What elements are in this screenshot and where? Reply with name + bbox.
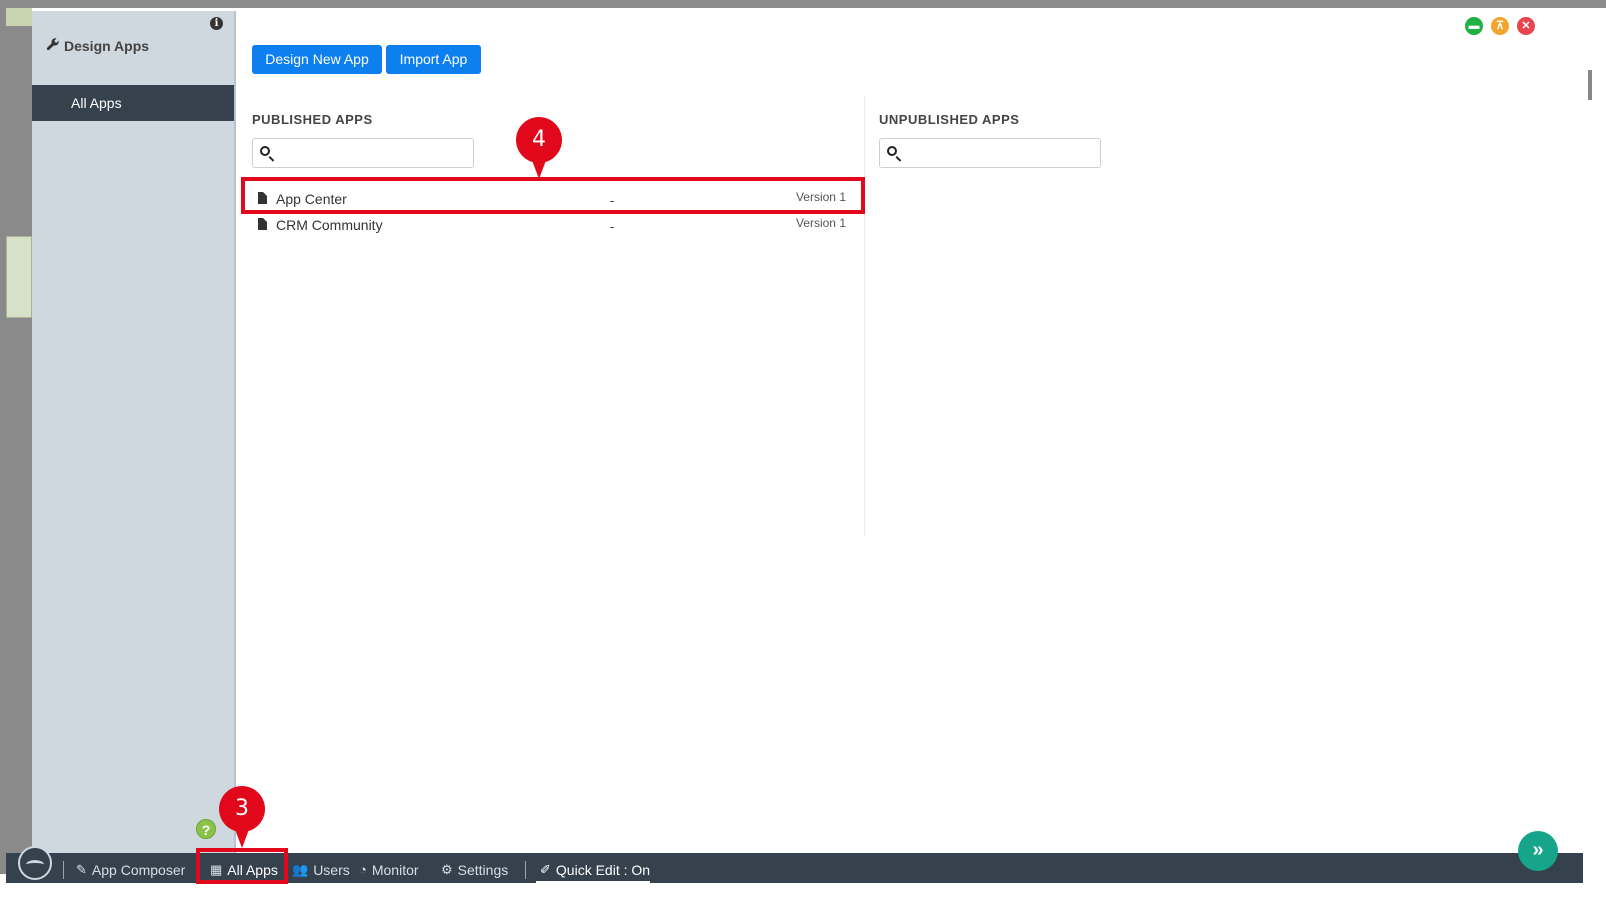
outer-left-tab: [6, 8, 32, 26]
taskbar-app-composer-label: App Composer: [91, 862, 186, 878]
sidebar-item-all-apps[interactable]: All Apps: [32, 85, 234, 121]
taskbar-quick-edit[interactable]: ✐ Quick Edit : On: [540, 860, 650, 880]
taskbar-users[interactable]: 👥 Users: [292, 860, 350, 880]
close-window-button[interactable]: ✕: [1517, 17, 1535, 35]
outer-scrollbar[interactable]: [1588, 70, 1592, 100]
app-name[interactable]: CRM Community: [276, 217, 383, 233]
taskbar-monitor-label: Monitor: [371, 862, 419, 878]
wrench-icon: [46, 37, 60, 54]
edit-icon: ✎: [76, 862, 87, 877]
quick-edit-underline: [536, 881, 650, 883]
unpublished-search-box[interactable]: [879, 138, 1101, 168]
search-icon: [887, 146, 897, 156]
design-apps-window: i Design Apps All Apps ? Design New App …: [32, 11, 1583, 874]
users-icon: 👥: [292, 862, 309, 877]
main-content: Design New App Import App PUBLISHED APPS…: [236, 11, 1583, 874]
dashboard-icon: ◔: [359, 862, 367, 877]
brush-icon: ✐: [540, 862, 551, 877]
question-icon[interactable]: ?: [196, 819, 216, 839]
highlight-all-apps: [196, 848, 288, 884]
published-apps-title: PUBLISHED APPS: [252, 112, 373, 127]
outer-top-bar: [0, 0, 1606, 8]
sidebar: i Design Apps All Apps ?: [32, 11, 236, 874]
outer-right-strip: [1583, 8, 1606, 905]
unpublished-search-input[interactable]: [904, 141, 1098, 167]
app-status: -: [610, 219, 615, 234]
minimize-window-button[interactable]: ▬: [1465, 17, 1483, 35]
pin-window-button[interactable]: ⊼: [1491, 17, 1509, 35]
column-divider: [864, 96, 865, 536]
taskbar-separator: [525, 861, 526, 879]
logo-icon[interactable]: [18, 846, 52, 880]
highlight-app-center: [241, 177, 865, 214]
published-search-input[interactable]: [277, 141, 471, 167]
sidebar-title-label: Design Apps: [64, 37, 150, 54]
step-3-number: 3: [235, 796, 249, 821]
taskbar-settings-label: Settings: [457, 862, 509, 878]
search-icon: [260, 146, 270, 156]
taskbar-quick-edit-label: Quick Edit : On: [555, 862, 651, 878]
gears-icon: ⚙: [441, 862, 453, 877]
outer-left-box: [6, 236, 32, 318]
sidebar-title: Design Apps: [46, 37, 149, 54]
taskbar-users-label: Users: [313, 862, 350, 878]
taskbar-app-composer[interactable]: ✎ App Composer: [76, 860, 185, 880]
step-4-number: 4: [532, 127, 546, 152]
taskbar-settings[interactable]: ⚙ Settings: [441, 860, 508, 880]
taskbar-monitor[interactable]: ◔ Monitor: [359, 860, 419, 880]
step-4-marker: 4: [516, 117, 562, 179]
unpublished-apps-title: UNPUBLISHED APPS: [879, 112, 1020, 127]
app-version: Version 1: [795, 216, 846, 230]
import-app-button[interactable]: Import App: [386, 45, 481, 74]
forward-icon[interactable]: »: [1518, 831, 1558, 871]
info-icon[interactable]: i: [210, 17, 223, 30]
published-search-box[interactable]: [252, 138, 474, 168]
app-row-crm-community[interactable]: CRM Community - Version 1: [252, 213, 862, 237]
step-3-marker: 3: [219, 786, 265, 848]
outer-left-edge: [0, 8, 32, 874]
design-new-app-button[interactable]: Design New App: [252, 45, 382, 74]
taskbar-separator: [63, 861, 64, 879]
file-icon: [258, 218, 267, 230]
